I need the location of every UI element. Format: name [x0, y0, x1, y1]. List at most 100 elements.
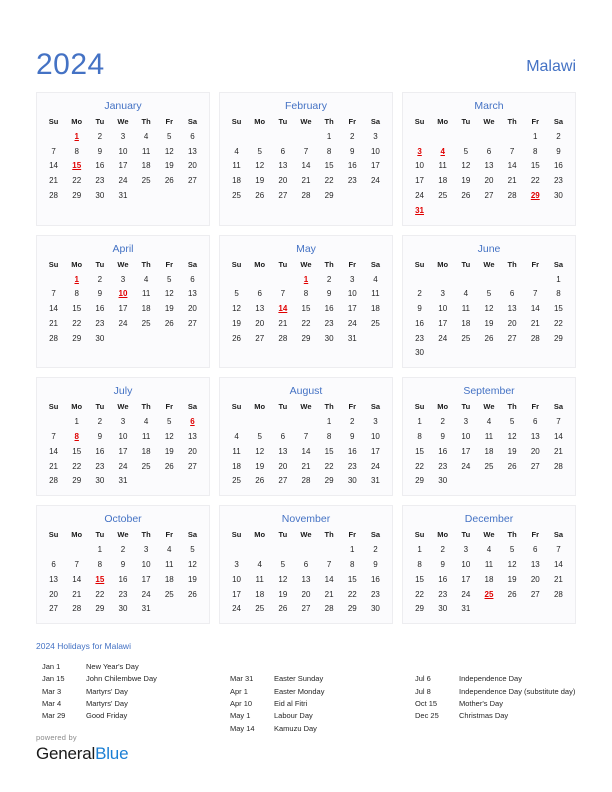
- day-cell[interactable]: 30: [431, 601, 454, 616]
- day-cell[interactable]: 30: [431, 474, 454, 489]
- day-cell[interactable]: 2: [364, 542, 387, 557]
- day-cell[interactable]: 20: [524, 444, 547, 459]
- day-cell[interactable]: 22: [547, 316, 570, 331]
- day-cell[interactable]: 5: [225, 286, 248, 301]
- day-cell[interactable]: 3: [225, 557, 248, 572]
- day-cell[interactable]: 18: [477, 444, 500, 459]
- day-cell[interactable]: 4: [135, 129, 158, 144]
- day-cell[interactable]: 24: [454, 459, 477, 474]
- day-cell[interactable]: 6: [42, 557, 65, 572]
- day-cell[interactable]: 26: [225, 331, 248, 346]
- day-cell[interactable]: 30: [408, 346, 431, 361]
- day-cell[interactable]: 23: [88, 459, 111, 474]
- day-cell[interactable]: 19: [158, 444, 181, 459]
- day-cell[interactable]: 20: [524, 572, 547, 587]
- day-cell[interactable]: 31: [341, 331, 364, 346]
- day-cell[interactable]: 19: [501, 572, 524, 587]
- day-cell[interactable]: 19: [158, 301, 181, 316]
- day-cell[interactable]: 5: [158, 129, 181, 144]
- day-cell[interactable]: 20: [271, 173, 294, 188]
- day-cell[interactable]: 22: [65, 173, 88, 188]
- day-cell[interactable]: 16: [88, 159, 111, 174]
- day-cell[interactable]: 13: [271, 159, 294, 174]
- day-cell[interactable]: 21: [271, 316, 294, 331]
- day-cell[interactable]: 15: [294, 301, 317, 316]
- day-cell[interactable]: 15: [65, 444, 88, 459]
- day-cell[interactable]: 24: [364, 459, 387, 474]
- day-cell[interactable]: 1: [65, 414, 88, 429]
- day-cell-holiday[interactable]: 1: [65, 272, 88, 287]
- day-cell[interactable]: 25: [158, 587, 181, 602]
- day-cell[interactable]: 8: [524, 144, 547, 159]
- day-cell[interactable]: 5: [454, 144, 477, 159]
- day-cell[interactable]: 7: [547, 542, 570, 557]
- day-cell-holiday[interactable]: 31: [408, 203, 431, 218]
- day-cell[interactable]: 23: [547, 173, 570, 188]
- day-cell[interactable]: 19: [248, 173, 271, 188]
- day-cell[interactable]: 12: [477, 301, 500, 316]
- day-cell[interactable]: 31: [135, 601, 158, 616]
- day-cell[interactable]: 2: [88, 129, 111, 144]
- day-cell[interactable]: 10: [364, 144, 387, 159]
- day-cell[interactable]: 21: [294, 173, 317, 188]
- day-cell[interactable]: 29: [65, 188, 88, 203]
- day-cell[interactable]: 3: [135, 542, 158, 557]
- day-cell[interactable]: 12: [225, 301, 248, 316]
- day-cell[interactable]: 4: [477, 414, 500, 429]
- day-cell[interactable]: 30: [111, 601, 134, 616]
- day-cell[interactable]: 7: [524, 286, 547, 301]
- day-cell[interactable]: 22: [294, 316, 317, 331]
- day-cell[interactable]: 6: [524, 542, 547, 557]
- day-cell[interactable]: 27: [181, 173, 204, 188]
- day-cell[interactable]: 15: [318, 159, 341, 174]
- day-cell[interactable]: 16: [88, 301, 111, 316]
- day-cell[interactable]: 10: [454, 557, 477, 572]
- day-cell[interactable]: 19: [501, 444, 524, 459]
- day-cell[interactable]: 28: [65, 601, 88, 616]
- day-cell[interactable]: 3: [454, 542, 477, 557]
- day-cell[interactable]: 22: [408, 459, 431, 474]
- day-cell[interactable]: 6: [501, 286, 524, 301]
- day-cell[interactable]: 18: [364, 301, 387, 316]
- day-cell[interactable]: 9: [408, 301, 431, 316]
- day-cell[interactable]: 21: [547, 572, 570, 587]
- day-cell[interactable]: 23: [318, 316, 341, 331]
- day-cell[interactable]: 4: [135, 272, 158, 287]
- day-cell[interactable]: 21: [547, 444, 570, 459]
- day-cell[interactable]: 27: [477, 188, 500, 203]
- day-cell[interactable]: 20: [181, 159, 204, 174]
- day-cell-holiday[interactable]: 25: [477, 587, 500, 602]
- day-cell[interactable]: 12: [501, 429, 524, 444]
- day-cell[interactable]: 17: [111, 444, 134, 459]
- day-cell[interactable]: 14: [524, 301, 547, 316]
- day-cell[interactable]: 30: [341, 474, 364, 489]
- day-cell[interactable]: 10: [225, 572, 248, 587]
- day-cell[interactable]: 8: [88, 557, 111, 572]
- day-cell[interactable]: 8: [318, 144, 341, 159]
- day-cell[interactable]: 3: [111, 129, 134, 144]
- day-cell-holiday[interactable]: 10: [111, 286, 134, 301]
- day-cell[interactable]: 18: [135, 301, 158, 316]
- day-cell[interactable]: 10: [431, 301, 454, 316]
- day-cell[interactable]: 23: [431, 587, 454, 602]
- day-cell[interactable]: 10: [408, 159, 431, 174]
- day-cell[interactable]: 6: [477, 144, 500, 159]
- day-cell[interactable]: 11: [248, 572, 271, 587]
- day-cell[interactable]: 23: [88, 316, 111, 331]
- day-cell[interactable]: 30: [88, 188, 111, 203]
- day-cell[interactable]: 28: [547, 459, 570, 474]
- day-cell[interactable]: 23: [341, 173, 364, 188]
- day-cell[interactable]: 29: [65, 474, 88, 489]
- day-cell[interactable]: 14: [501, 159, 524, 174]
- day-cell[interactable]: 11: [135, 429, 158, 444]
- day-cell[interactable]: 11: [364, 286, 387, 301]
- day-cell[interactable]: 9: [88, 429, 111, 444]
- day-cell[interactable]: 30: [88, 474, 111, 489]
- day-cell[interactable]: 25: [225, 188, 248, 203]
- day-cell[interactable]: 17: [225, 587, 248, 602]
- day-cell[interactable]: 12: [454, 159, 477, 174]
- day-cell[interactable]: 29: [318, 474, 341, 489]
- day-cell[interactable]: 10: [364, 429, 387, 444]
- day-cell[interactable]: 27: [271, 188, 294, 203]
- day-cell[interactable]: 4: [477, 542, 500, 557]
